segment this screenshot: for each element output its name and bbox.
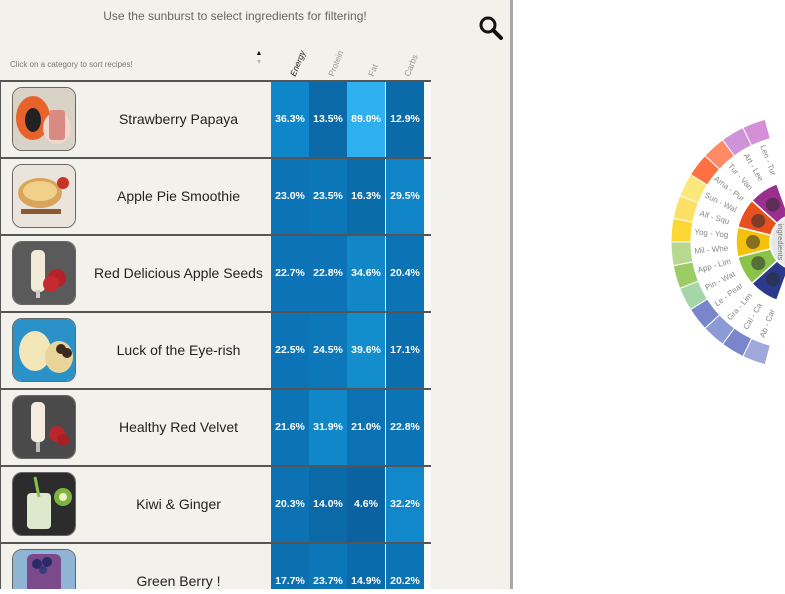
carbs-cell[interactable]: 12.9% <box>386 82 424 157</box>
fat-cell[interactable]: 16.3% <box>347 159 385 234</box>
ingredient-sunburst[interactable]: Ab - Car Cal - Ca Gra - Lim Le - Pear Pin - … <box>513 0 785 589</box>
sunburst-instruction: Use the sunburst to select ingredients f… <box>103 9 367 23</box>
sort-ascending-icon[interactable]: ▲ <box>255 49 263 58</box>
recipe-list: Strawberry Papaya 36.3% 13.5% 89.0% 12.9% App… <box>0 80 431 589</box>
recipe-row[interactable]: Green Berry ! 17.7% 23.7% 14.9% 20.2% <box>0 542 431 589</box>
protein-cell[interactable]: 23.5% <box>309 159 347 234</box>
recipe-row[interactable]: Luck of the Eye-rish 22.5% 24.5% 39.6% 17.1% <box>0 311 431 388</box>
fat-cell[interactable]: 39.6% <box>347 313 385 388</box>
row-end <box>424 313 431 388</box>
row-end <box>424 544 431 589</box>
leaf-icon <box>751 256 766 271</box>
grape-icon <box>765 197 780 212</box>
recipe-row[interactable]: Apple Pie Smoothie 23.0% 23.5% 16.3% 29.5% <box>0 157 431 234</box>
row-end <box>424 236 431 311</box>
recipe-thumbnail[interactable] <box>12 549 76 589</box>
carbs-cell[interactable]: 29.5% <box>386 159 424 234</box>
energy-cell[interactable]: 22.7% <box>271 236 309 311</box>
carbs-cell[interactable]: 22.8% <box>386 390 424 465</box>
carbs-cell[interactable]: 32.2% <box>386 467 424 542</box>
recipe-name[interactable]: Luck of the Eye-rish <box>87 313 270 388</box>
protein-cell[interactable]: 13.5% <box>309 82 347 157</box>
recipe-name[interactable]: Strawberry Papaya <box>87 82 270 157</box>
recipe-name[interactable]: Red Delicious Apple Seeds <box>87 236 270 311</box>
protein-cell[interactable]: 24.5% <box>309 313 347 388</box>
sunburst-outer-segment[interactable] <box>670 241 694 267</box>
fat-cell[interactable]: 89.0% <box>347 82 385 157</box>
sort-hint: Click on a category to sort recipes! <box>10 60 133 69</box>
bottle-icon <box>751 213 766 228</box>
recipe-thumbnail[interactable] <box>12 472 76 536</box>
carbs-cell[interactable]: 17.1% <box>386 313 424 388</box>
recipe-name[interactable]: Kiwi & Ginger <box>87 467 270 542</box>
search-icon[interactable] <box>478 15 504 41</box>
recipe-name[interactable]: Apple Pie Smoothie <box>87 159 270 234</box>
protein-cell[interactable]: 23.7% <box>309 544 347 589</box>
protein-cell[interactable]: 31.9% <box>309 390 347 465</box>
recipe-panel: Use the sunburst to select ingredients f… <box>0 0 510 589</box>
recipe-row[interactable]: Kiwi & Ginger 20.3% 14.0% 4.6% 32.2% <box>0 465 431 542</box>
protein-cell[interactable]: 22.8% <box>309 236 347 311</box>
energy-cell[interactable]: 22.5% <box>271 313 309 388</box>
fat-cell[interactable]: 34.6% <box>347 236 385 311</box>
banana-icon <box>765 272 780 287</box>
energy-cell[interactable]: 17.7% <box>271 544 309 589</box>
protein-cell[interactable]: 14.0% <box>309 467 347 542</box>
recipe-thumbnail[interactable] <box>12 395 76 459</box>
nut-icon <box>746 235 760 249</box>
recipe-thumbnail[interactable] <box>12 318 76 382</box>
row-end <box>424 159 431 234</box>
energy-cell[interactable]: 36.3% <box>271 82 309 157</box>
sort-direction-arrows[interactable]: ▲ ▼ <box>255 49 263 67</box>
fat-cell[interactable]: 21.0% <box>347 390 385 465</box>
sort-descending-icon[interactable]: ▼ <box>255 58 263 67</box>
recipe-row[interactable]: Healthy Red Velvet 21.6% 31.9% 21.0% 22.8% <box>0 388 431 465</box>
carbs-cell[interactable]: 20.4% <box>386 236 424 311</box>
row-end <box>424 390 431 465</box>
row-end <box>424 467 431 542</box>
fat-cell[interactable]: 4.6% <box>347 467 385 542</box>
recipe-name[interactable]: Green Berry ! <box>87 544 270 589</box>
recipe-thumbnail[interactable] <box>12 241 76 305</box>
carbs-cell[interactable]: 20.2% <box>386 544 424 589</box>
recipe-name[interactable]: Healthy Red Velvet <box>87 390 270 465</box>
energy-cell[interactable]: 23.0% <box>271 159 309 234</box>
energy-cell[interactable]: 20.3% <box>271 467 309 542</box>
sunburst-center-label: ingredients <box>776 224 785 261</box>
recipe-thumbnail[interactable] <box>12 87 76 151</box>
recipe-row[interactable]: Strawberry Papaya 36.3% 13.5% 89.0% 12.9% <box>0 80 431 157</box>
energy-cell[interactable]: 21.6% <box>271 390 309 465</box>
recipe-row[interactable]: Red Delicious Apple Seeds 22.7% 22.8% 34.6%… <box>0 234 431 311</box>
fat-cell[interactable]: 14.9% <box>347 544 385 589</box>
recipe-thumbnail[interactable] <box>12 164 76 228</box>
row-end <box>424 82 431 157</box>
